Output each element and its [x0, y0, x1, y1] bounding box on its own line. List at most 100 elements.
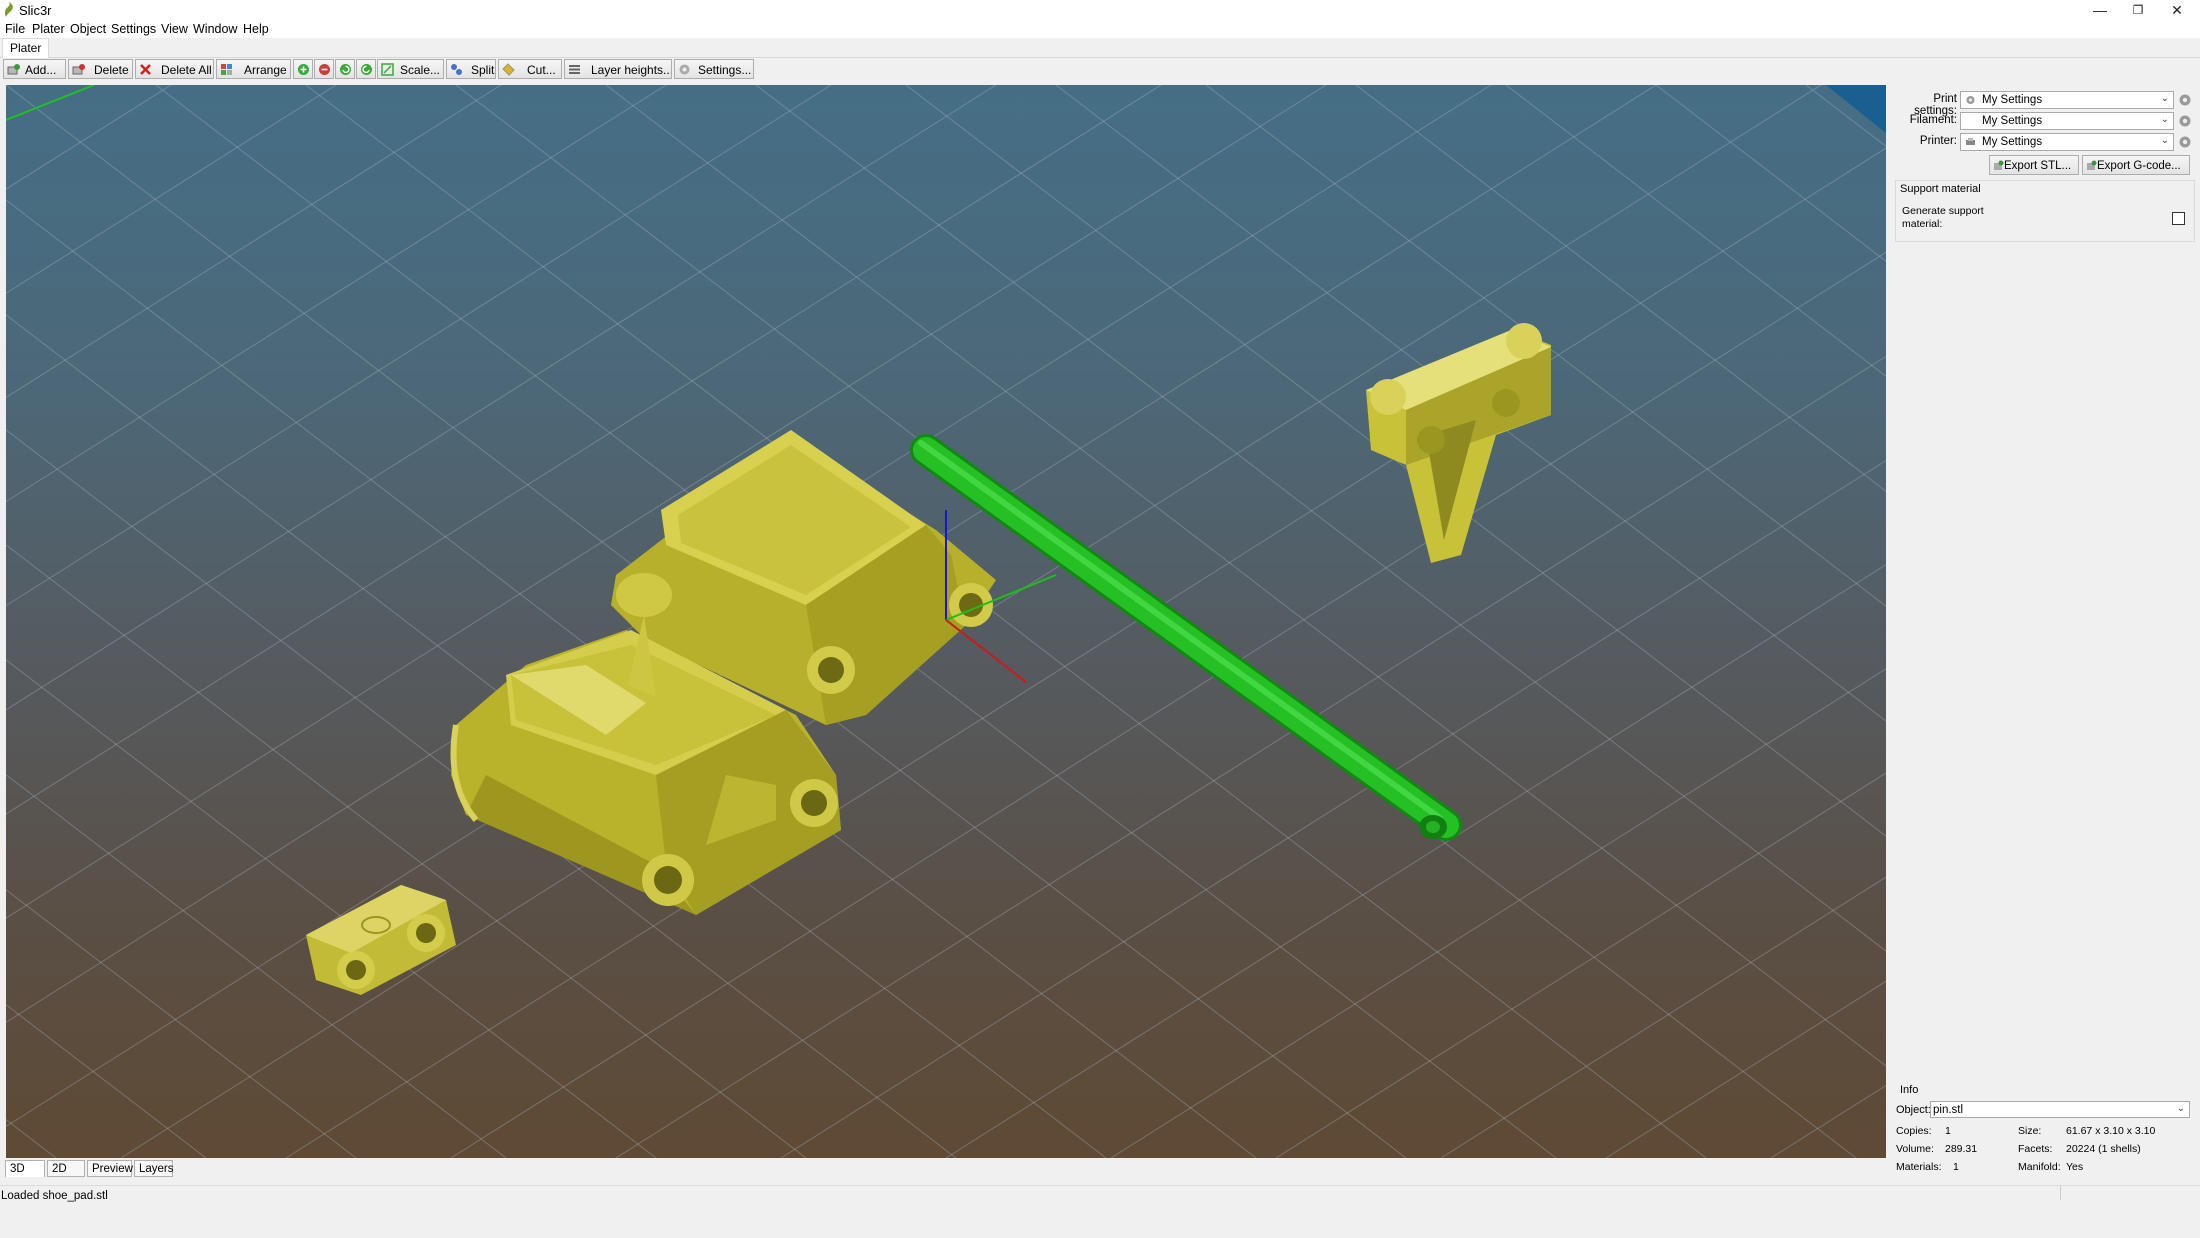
grid-line	[1275, 772, 1886, 1158]
tab-3d[interactable]: 3D	[5, 1160, 45, 1177]
filament-gear-icon[interactable]	[2178, 114, 2192, 128]
cut-button[interactable]: Cut...	[498, 59, 562, 79]
grid-line	[1805, 85, 1886, 147]
copies-label: Copies:	[1896, 1125, 1932, 1137]
delete-brick-icon	[72, 64, 85, 75]
split-icon	[451, 64, 462, 75]
plus-circle-icon	[298, 64, 309, 75]
copies-value: 1	[1945, 1125, 1951, 1137]
toolbar: Add... Delete Delete All Arrange Scale..…	[0, 58, 2200, 81]
volume-value: 289.31	[1945, 1143, 1978, 1155]
grid-line	[6, 85, 1162, 815]
pin-model[interactable]	[910, 434, 1462, 841]
menu-object[interactable]: Object	[70, 22, 106, 36]
viewport-canvas[interactable]	[6, 85, 1886, 1158]
grid-line	[1355, 85, 1886, 492]
size-value: 61.67 x 3.10 x 3.10	[2066, 1125, 2156, 1137]
export-stl-icon	[1994, 160, 2004, 170]
menu-bar: File Plater Object Settings View Window …	[0, 20, 2200, 38]
grid-line	[6, 659, 657, 1158]
window-title: Slic3r	[19, 3, 52, 18]
grid-line	[1440, 876, 1886, 1158]
printer-label: Printer:	[1919, 135, 1957, 147]
close-button[interactable]: ✕	[2154, 0, 2200, 20]
tab-2d[interactable]: 2D	[47, 1160, 85, 1177]
object-label: Object:	[1896, 1104, 1931, 1116]
rotate-right-button[interactable]	[356, 59, 376, 79]
add-button[interactable]: Add...	[3, 59, 66, 79]
gear-small-icon	[1966, 96, 1975, 104]
chevron-down-icon: ⌄	[2160, 114, 2169, 125]
menu-help[interactable]: Help	[243, 22, 269, 36]
decrease-copies-button[interactable]	[314, 59, 334, 79]
grid-line	[6, 1119, 57, 1158]
info-title: Info	[1900, 1084, 1919, 1096]
delete-button[interactable]: Delete	[68, 59, 133, 79]
grid-line	[1110, 668, 1886, 1158]
clip-model[interactable]	[306, 885, 456, 995]
menu-plater[interactable]: Plater	[32, 22, 65, 36]
tab-plater[interactable]: Plater	[2, 38, 50, 58]
3d-viewport[interactable]: 5 meshes in STL	[6, 85, 1886, 1158]
menu-file[interactable]: File	[5, 22, 25, 36]
arrange-button[interactable]: Arrange	[216, 59, 291, 79]
filament-label: Filament:	[1909, 114, 1957, 126]
rotate-left-button[interactable]	[335, 59, 355, 79]
grid-line	[1655, 85, 1886, 262]
bed-corner	[1826, 85, 1886, 133]
export-stl-button[interactable]: Export STL...	[1989, 155, 2079, 175]
menu-settings[interactable]: Settings	[111, 22, 156, 36]
grid-line	[1770, 1084, 1886, 1158]
menu-view[interactable]: View	[161, 22, 188, 36]
tab-preview[interactable]: Preview	[87, 1160, 133, 1177]
materials-value: 1	[1953, 1161, 1959, 1173]
grid-line	[6, 85, 667, 503]
printer-gear-icon[interactable]	[2178, 135, 2192, 149]
arrange-icon	[221, 64, 232, 75]
manifold-label: Manifold:	[2018, 1161, 2061, 1173]
menu-window[interactable]: Window	[193, 22, 237, 36]
slic3r-logo-icon	[4, 2, 13, 17]
tab-layers[interactable]: Layers	[134, 1160, 174, 1177]
object-select[interactable]: pin.stl ⌄	[1930, 1101, 2190, 1118]
status-separator	[2060, 1186, 2061, 1200]
filament-combo[interactable]: My Settings ⌄	[1960, 112, 2174, 130]
chevron-down-icon: ⌄	[2176, 1103, 2185, 1114]
cut-icon	[502, 63, 515, 76]
materials-label: Materials:	[1896, 1161, 1942, 1173]
chevron-down-icon: ⌄	[2160, 93, 2169, 104]
grid-line	[1605, 980, 1886, 1158]
layers-icon	[569, 65, 580, 74]
export-gcode-button[interactable]: Export G-code...	[2082, 155, 2190, 175]
print-settings-gear-icon[interactable]	[2178, 93, 2192, 107]
generate-support-label: Generate support	[1902, 205, 1984, 217]
support-material-title: Support material	[1900, 183, 1981, 195]
grid-line	[905, 85, 1886, 837]
add-brick-icon	[7, 64, 20, 75]
volume-label: Volume:	[1896, 1143, 1934, 1155]
grid-line	[6, 889, 357, 1158]
layer-heights-button[interactable]: Layer heights...	[564, 59, 672, 79]
chevron-down-icon: ⌄	[2160, 135, 2169, 146]
increase-copies-button[interactable]	[293, 59, 313, 79]
delete-all-button[interactable]: Delete All	[135, 59, 214, 79]
right-panel	[1891, 85, 2196, 1183]
generate-support-checkbox[interactable]	[2172, 212, 2185, 225]
generate-support-label-cont: material:	[1902, 218, 1943, 230]
status-text: Loaded shoe_pad.stl	[1, 1190, 108, 1202]
settings-button[interactable]: Settings...	[674, 59, 754, 79]
print-settings-combo[interactable]: My Settings ⌄	[1960, 91, 2174, 109]
facets-label: Facets:	[2018, 1143, 2053, 1155]
overlay-caption: 5 meshes in STL	[1392, 1150, 1886, 1158]
grid-line	[1205, 85, 1886, 607]
printer-combo[interactable]: My Settings ⌄	[1960, 133, 2174, 151]
bed-edge-x	[6, 85, 95, 121]
printer-icon	[1966, 138, 1975, 145]
export-gcode-icon	[2087, 160, 2097, 170]
rotate-cw-icon	[361, 64, 372, 75]
split-button[interactable]: Split	[446, 59, 496, 79]
scale-button[interactable]: Scale...	[377, 59, 444, 79]
minus-circle-icon	[319, 64, 330, 75]
scale-icon	[381, 63, 394, 76]
size-label: Size:	[2018, 1125, 2042, 1137]
